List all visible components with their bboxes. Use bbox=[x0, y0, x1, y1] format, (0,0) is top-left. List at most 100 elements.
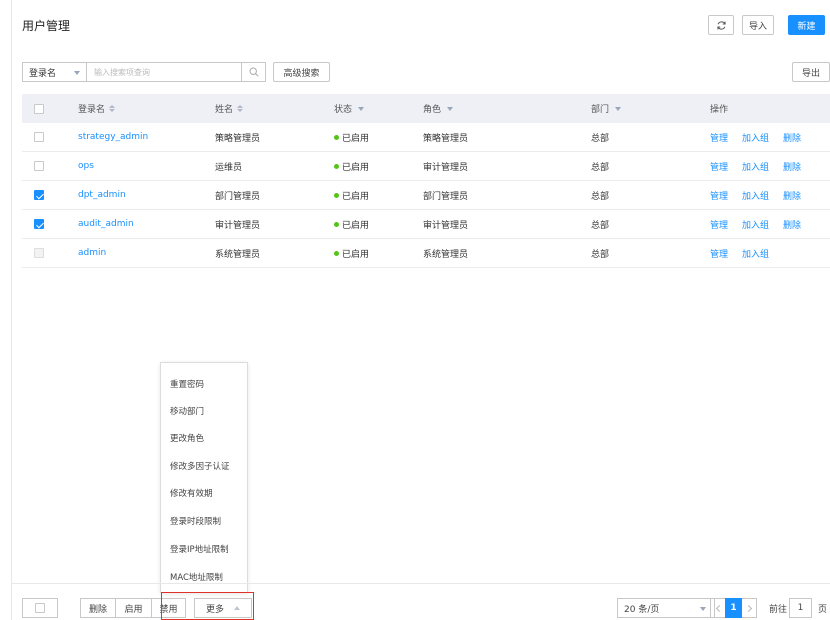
col-status-header[interactable]: 状态 bbox=[334, 94, 365, 123]
menu-item-mac-limit[interactable]: MAC地址限制 bbox=[170, 570, 223, 584]
row-checkbox[interactable] bbox=[34, 190, 44, 200]
manage-link[interactable]: 管理 bbox=[710, 131, 728, 144]
status-dot-icon bbox=[334, 163, 339, 169]
more-actions-menu: 重置密码 移动部门 更改角色 修改多因子认证 修改有效期 登录时段限制 登录IP… bbox=[160, 362, 248, 593]
new-button[interactable]: 新建 bbox=[788, 15, 825, 35]
search-button[interactable] bbox=[241, 62, 266, 82]
status-dot-icon bbox=[334, 134, 339, 140]
chevron-right-icon bbox=[744, 604, 752, 612]
add-group-link[interactable]: 加入组 bbox=[742, 131, 769, 144]
table-row: strategy_admin 策略管理员 已启用 策略管理员 总部 管理 加入组… bbox=[22, 123, 830, 152]
sort-icon[interactable] bbox=[237, 105, 244, 112]
login-link[interactable]: dpt_admin bbox=[78, 181, 126, 209]
filter-icon[interactable] bbox=[615, 106, 622, 111]
batch-action-bar: 删除 启用 禁用 更多 20 条/页 1 前往 页 bbox=[22, 598, 830, 618]
row-checkbox bbox=[34, 248, 44, 258]
table-row: audit_admin 审计管理员 已启用 审计管理员 总部 管理 加入组 删除 bbox=[22, 210, 830, 239]
batch-enable-button[interactable]: 启用 bbox=[115, 598, 151, 618]
user-name: 审计管理员 bbox=[215, 220, 261, 231]
status-badge: 已启用 bbox=[334, 123, 369, 151]
col-ops-header: 操作 bbox=[710, 105, 729, 115]
sort-icon[interactable] bbox=[109, 105, 116, 112]
delete-link[interactable]: 删除 bbox=[783, 218, 801, 231]
goto-label: 前往 bbox=[769, 605, 788, 615]
table-row: admin 系统管理员 已启用 系统管理员 总部 管理 加入组 bbox=[22, 239, 830, 268]
delete-link[interactable]: 删除 bbox=[783, 160, 801, 173]
user-role: 策略管理员 bbox=[423, 133, 469, 144]
table-row: ops 运维员 已启用 审计管理员 总部 管理 加入组 删除 bbox=[22, 152, 830, 181]
col-dept-header[interactable]: 部门 bbox=[591, 94, 622, 123]
footer-divider bbox=[11, 583, 830, 584]
user-name: 部门管理员 bbox=[215, 191, 261, 202]
select-all-checkbox[interactable] bbox=[34, 103, 44, 114]
menu-item-edit-validity[interactable]: 修改有效期 bbox=[170, 486, 213, 500]
table-row: dpt_admin 部门管理员 已启用 部门管理员 总部 管理 加入组 删除 bbox=[22, 181, 830, 210]
filter-icon[interactable] bbox=[358, 106, 365, 111]
col-name-header[interactable]: 姓名 bbox=[215, 94, 244, 123]
status-badge: 已启用 bbox=[334, 210, 369, 238]
status-badge: 已启用 bbox=[334, 239, 369, 267]
batch-select-checkbox[interactable] bbox=[22, 598, 58, 618]
user-role: 部门管理员 bbox=[423, 191, 469, 202]
advanced-search-button[interactable]: 高级搜索 bbox=[273, 62, 330, 82]
status-badge: 已启用 bbox=[334, 181, 369, 209]
menu-item-login-time-limit[interactable]: 登录时段限制 bbox=[170, 514, 221, 528]
add-group-link[interactable]: 加入组 bbox=[742, 189, 769, 202]
menu-item-login-ip-limit[interactable]: 登录IP地址限制 bbox=[170, 542, 229, 556]
manage-link[interactable]: 管理 bbox=[710, 218, 728, 231]
row-checkbox[interactable] bbox=[34, 132, 44, 142]
login-link[interactable]: ops bbox=[78, 152, 94, 180]
menu-item-change-role[interactable]: 更改角色 bbox=[170, 431, 204, 445]
user-role: 系统管理员 bbox=[423, 249, 469, 260]
row-actions: 管理 加入组 bbox=[710, 239, 783, 267]
goto-page-input[interactable] bbox=[789, 598, 812, 618]
add-group-link[interactable]: 加入组 bbox=[742, 218, 769, 231]
manage-link[interactable]: 管理 bbox=[710, 189, 728, 202]
login-link[interactable]: admin bbox=[78, 239, 106, 267]
add-group-link[interactable]: 加入组 bbox=[742, 247, 769, 260]
page-number-current[interactable]: 1 bbox=[725, 598, 742, 618]
page-title: 用户管理 bbox=[22, 19, 71, 33]
col-role-header[interactable]: 角色 bbox=[423, 94, 454, 123]
user-name: 策略管理员 bbox=[215, 133, 261, 144]
menu-item-reset-password[interactable]: 重置密码 bbox=[170, 377, 204, 391]
menu-item-edit-mfa[interactable]: 修改多因子认证 bbox=[170, 459, 230, 473]
row-actions: 管理 加入组 删除 bbox=[710, 210, 815, 238]
status-badge: 已启用 bbox=[334, 152, 369, 180]
row-actions: 管理 加入组 删除 bbox=[710, 152, 815, 180]
search-input[interactable] bbox=[86, 62, 242, 82]
chevron-down-icon bbox=[700, 607, 706, 611]
search-icon bbox=[248, 67, 259, 77]
login-link[interactable]: strategy_admin bbox=[78, 123, 148, 151]
chevron-down-icon bbox=[74, 71, 80, 75]
prev-page-button[interactable] bbox=[710, 598, 725, 618]
delete-link[interactable]: 删除 bbox=[783, 189, 801, 202]
batch-delete-button[interactable]: 删除 bbox=[80, 598, 115, 618]
page-size-select[interactable]: 20 条/页 bbox=[617, 598, 715, 618]
export-button[interactable]: 导出 bbox=[792, 62, 830, 82]
menu-item-move-department[interactable]: 移动部门 bbox=[170, 404, 204, 418]
row-actions: 管理 加入组 删除 bbox=[710, 123, 815, 151]
col-login-header[interactable]: 登录名 bbox=[78, 94, 116, 123]
user-role: 审计管理员 bbox=[423, 162, 469, 173]
refresh-button[interactable] bbox=[708, 15, 734, 35]
more-button-highlight bbox=[161, 592, 254, 620]
search-field-value: 登录名 bbox=[29, 68, 57, 79]
row-checkbox[interactable] bbox=[34, 161, 44, 171]
delete-link[interactable]: 删除 bbox=[783, 131, 801, 144]
user-role: 审计管理员 bbox=[423, 220, 469, 231]
status-dot-icon bbox=[334, 221, 339, 227]
add-group-link[interactable]: 加入组 bbox=[742, 160, 769, 173]
search-field-select[interactable]: 登录名 bbox=[22, 62, 86, 82]
filter-icon[interactable] bbox=[447, 106, 454, 111]
status-dot-icon bbox=[334, 192, 339, 198]
next-page-button[interactable] bbox=[742, 598, 757, 618]
import-button[interactable]: 导入 bbox=[742, 15, 774, 35]
login-link[interactable]: audit_admin bbox=[78, 210, 134, 238]
row-checkbox[interactable] bbox=[34, 219, 44, 229]
manage-link[interactable]: 管理 bbox=[710, 160, 728, 173]
user-name: 系统管理员 bbox=[215, 249, 261, 260]
row-actions: 管理 加入组 删除 bbox=[710, 181, 815, 209]
manage-link[interactable]: 管理 bbox=[710, 247, 728, 260]
status-dot-icon bbox=[334, 250, 339, 256]
